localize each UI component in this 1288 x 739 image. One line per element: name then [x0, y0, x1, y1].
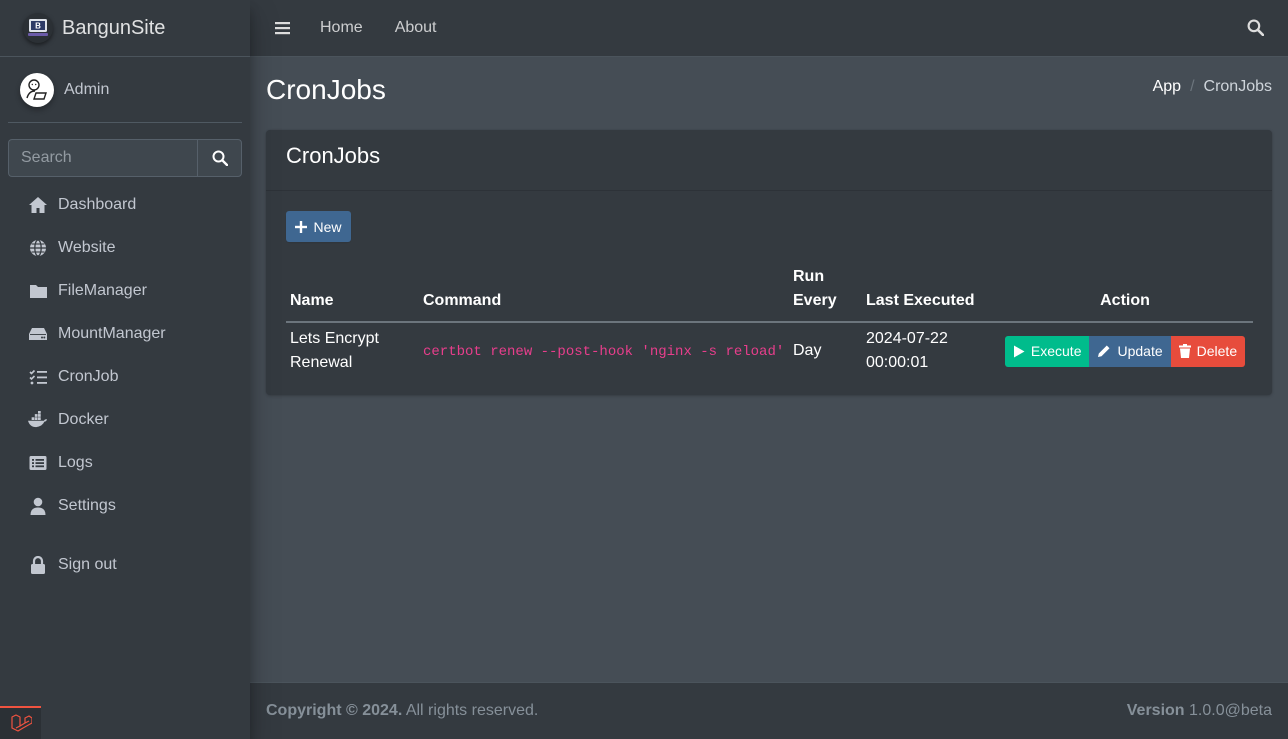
update-label: Update	[1117, 343, 1163, 359]
page-title: CronJobs	[266, 74, 386, 105]
action-button-group: Execute Update Delete	[1001, 335, 1249, 367]
version-label: Version	[1126, 702, 1185, 719]
breadcrumb-item-app[interactable]: App	[1153, 78, 1181, 95]
footer-version: Version 1.0.0@beta	[1127, 702, 1272, 720]
execute-label: Execute	[1030, 343, 1082, 359]
sidebar-item-label: MountManager	[58, 324, 166, 342]
copyright-rest: All rights reserved.	[405, 702, 539, 719]
cell-command: certbot renew --post-hook 'nginx -s relo…	[419, 322, 789, 381]
globe-icon	[28, 238, 48, 258]
sidebar-item-settings[interactable]: Settings	[8, 484, 242, 527]
laravel-icon	[10, 713, 32, 732]
user-panel[interactable]: Admin	[8, 57, 242, 123]
copyright-bold: Copyright © 2024.	[266, 702, 403, 719]
play-icon	[1013, 345, 1025, 357]
col-run-every-line1: Run	[793, 268, 825, 285]
home-icon	[28, 195, 48, 215]
list-alt-icon	[28, 453, 48, 473]
user-icon	[28, 496, 48, 516]
cronjobs-table: Name Command Run Every Last Executed Acti…	[286, 261, 1253, 381]
new-cronjob-button[interactable]: New	[286, 211, 351, 242]
table-row: Lets Encrypt Renewal certbot renew --post…	[286, 322, 1253, 381]
card-header: CronJobs	[266, 130, 1272, 191]
cell-last-executed: 2024-07-22 00:00:01	[862, 322, 997, 381]
cell-last-executed-date: 2024-07-22	[866, 330, 948, 347]
brand-name: BangunSite	[62, 16, 166, 39]
trash-icon	[1178, 344, 1191, 358]
avatar	[20, 73, 54, 107]
sidebar: B BangunSite Admin Search Dashboard Webs…	[0, 0, 250, 739]
navbar-search-icon[interactable]	[1247, 19, 1265, 41]
brand-logo-icon: B	[23, 13, 53, 43]
sidebar-item-website[interactable]: Website	[8, 226, 242, 269]
cronjobs-card: CronJobs New Name Command Run Every Last …	[266, 130, 1272, 395]
sidebar-nav: Dashboard Website FileManager MountManag…	[0, 183, 250, 586]
breadcrumb: App / CronJobs	[1153, 78, 1272, 96]
content-wrapper: CronJobs App / CronJobs CronJobs New Name …	[250, 57, 1288, 682]
sidebar-item-docker[interactable]: Docker	[8, 398, 242, 441]
sidebar-item-label: Logs	[58, 453, 93, 471]
menu-toggle-icon[interactable]	[273, 21, 293, 35]
cell-name-line1: Lets Encrypt	[290, 330, 379, 347]
sidebar-search	[8, 139, 242, 177]
plus-icon	[295, 220, 308, 233]
sidebar-item-label: FileManager	[58, 281, 147, 299]
sidebar-item-filemanager[interactable]: FileManager	[8, 269, 242, 312]
footer-copyright: Copyright © 2024. All rights reserved.	[266, 702, 538, 720]
sidebar-item-label: Sign out	[58, 555, 117, 573]
folder-icon	[28, 281, 48, 301]
col-command: Command	[419, 261, 789, 323]
table-header-row: Name Command Run Every Last Executed Acti…	[286, 261, 1253, 323]
col-action: Action	[997, 261, 1253, 323]
sidebar-item-label: Docker	[58, 410, 109, 428]
search-icon	[212, 150, 228, 166]
sidebar-item-logs[interactable]: Logs	[8, 441, 242, 484]
sidebar-item-label: CronJob	[58, 367, 119, 385]
nav-spacer	[8, 527, 242, 543]
execute-button[interactable]: Execute	[1004, 335, 1090, 367]
sidebar-item-dashboard[interactable]: Dashboard	[8, 183, 242, 226]
top-navbar: Home About	[250, 0, 1288, 57]
sidebar-item-label: Settings	[58, 496, 116, 514]
search-button[interactable]	[197, 139, 242, 177]
laravel-badge[interactable]	[0, 706, 41, 739]
version-value: 1.0.0@beta	[1189, 702, 1272, 719]
search-input[interactable]	[8, 139, 197, 177]
delete-label: Delete	[1196, 343, 1238, 359]
cell-run-every: Day	[793, 342, 822, 359]
sidebar-item-cronjob[interactable]: CronJob	[8, 355, 242, 398]
col-run-every-line2: Every	[793, 292, 837, 309]
command-code: certbot renew --post-hook 'nginx -s relo…	[423, 343, 785, 360]
col-name: Name	[286, 261, 419, 323]
sidebar-item-mountmanager[interactable]: MountManager	[8, 312, 242, 355]
lock-icon	[28, 555, 48, 575]
breadcrumb-separator: /	[1190, 78, 1195, 95]
nav-link-home[interactable]: Home	[320, 19, 363, 37]
update-button[interactable]: Update	[1089, 335, 1171, 367]
col-last-executed: Last Executed	[862, 261, 997, 323]
brand-logo-letter: B	[35, 22, 41, 31]
footer: Copyright © 2024. All rights reserved. V…	[250, 682, 1288, 739]
hdd-icon	[28, 324, 48, 344]
cell-name: Lets Encrypt Renewal	[286, 322, 419, 381]
nav-link-about[interactable]: About	[395, 19, 437, 37]
breadcrumb-item-current: CronJobs	[1203, 78, 1272, 95]
card-title: CronJobs	[286, 143, 381, 168]
col-run-every: Run Every	[789, 261, 862, 323]
brand-link[interactable]: B BangunSite	[0, 0, 250, 57]
tasks-icon	[28, 367, 48, 387]
new-button-label: New	[313, 218, 342, 235]
docker-icon	[28, 410, 48, 430]
cell-last-executed-time: 00:00:01	[866, 354, 929, 371]
user-name: Admin	[64, 81, 110, 98]
cell-action: Execute Update Delete	[997, 322, 1253, 381]
pencil-icon	[1098, 345, 1110, 357]
sidebar-item-label: Dashboard	[58, 195, 137, 213]
cell-name-line2: Renewal	[290, 354, 353, 371]
sidebar-item-signout[interactable]: Sign out	[8, 543, 242, 586]
sidebar-item-label: Website	[58, 238, 116, 256]
user-avatar-icon	[26, 79, 47, 100]
delete-button[interactable]: Delete	[1170, 335, 1246, 367]
